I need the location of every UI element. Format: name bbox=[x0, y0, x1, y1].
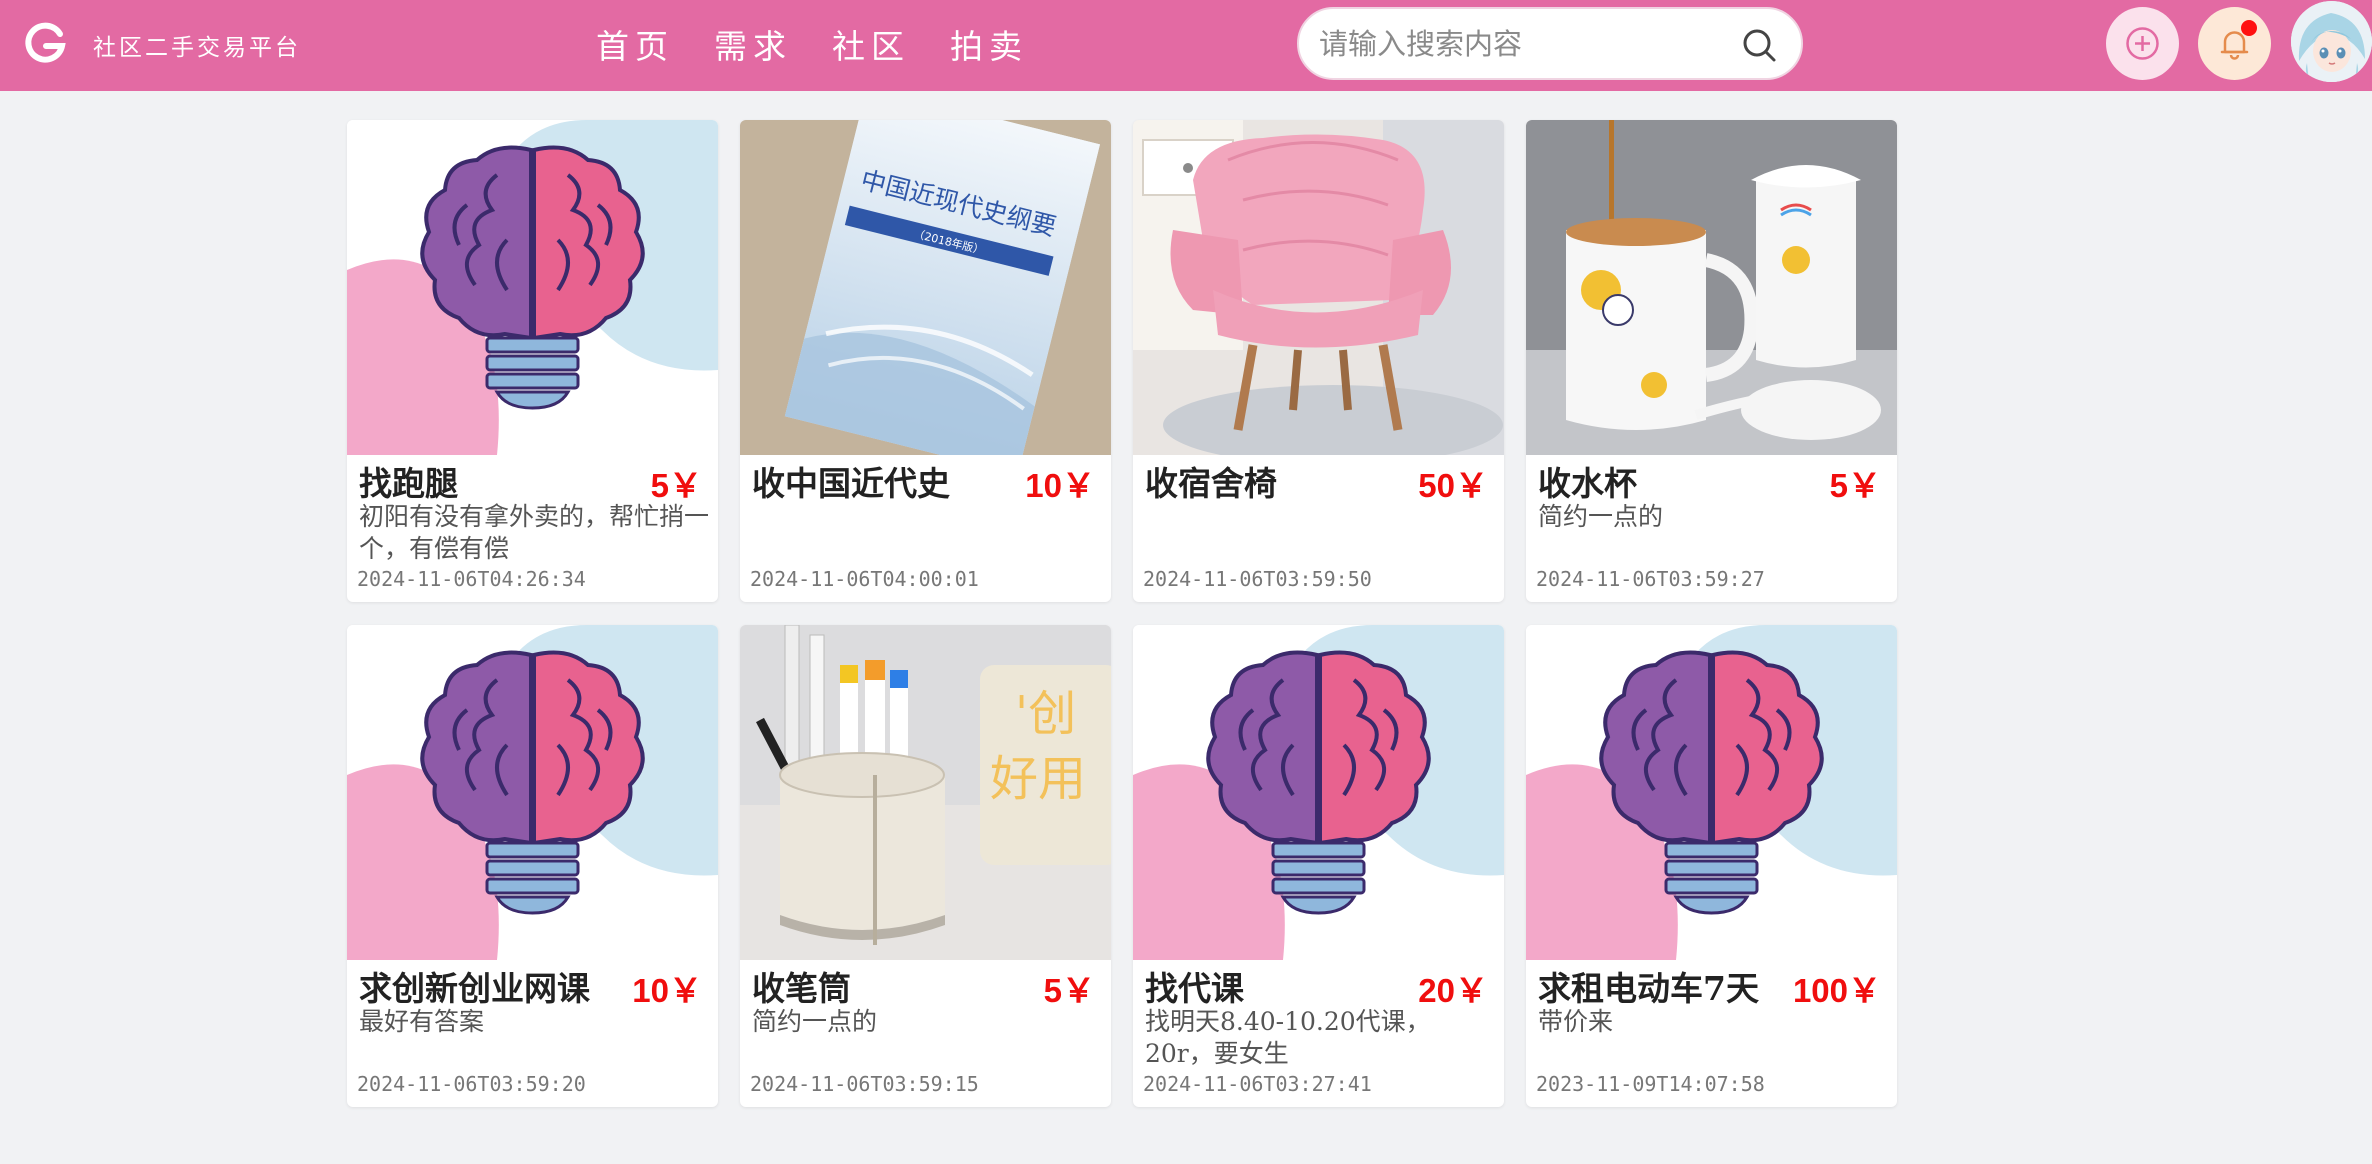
nav-auction[interactable]: 拍卖 bbox=[950, 20, 1028, 68]
item-card[interactable]: 求创新创业网课 10￥ 最好有答案 2024-11-06T03:59:20 bbox=[347, 625, 718, 1107]
item-card[interactable]: 找代课 20￥ 找明天8.40-10.20代课，20r，要女生 2024-11-… bbox=[1133, 625, 1504, 1107]
main-nav: 首页 需求 社区 拍卖 bbox=[596, 20, 1068, 68]
item-image[interactable] bbox=[1133, 625, 1504, 960]
nav-demand[interactable]: 需求 bbox=[714, 20, 792, 68]
item-image[interactable] bbox=[1526, 625, 1897, 960]
brain-bulb-image bbox=[1526, 625, 1897, 960]
item-card[interactable]: 收水杯 5￥ 简约一点的 2024-11-06T03:59:27 bbox=[1526, 120, 1897, 602]
pink-chair-image bbox=[1133, 120, 1504, 455]
item-title: 找代课 bbox=[1145, 969, 1244, 1008]
notification-dot bbox=[2241, 20, 2257, 36]
sign-text-2: 好用 bbox=[990, 751, 1086, 807]
item-title: 收笔筒 bbox=[752, 969, 851, 1008]
logo-icon[interactable] bbox=[23, 22, 68, 67]
item-timestamp: 2024-11-06T03:27:41 bbox=[1143, 1072, 1372, 1096]
item-timestamp: 2023-11-09T14:07:58 bbox=[1536, 1072, 1765, 1096]
item-price: 5￥ bbox=[1829, 467, 1881, 504]
item-grid: 找跑腿 5￥ 初阳有没有拿外卖的，帮忙捎一个，有偿有偿 2024-11-06T0… bbox=[347, 120, 1897, 1107]
item-timestamp: 2024-11-06T04:00:01 bbox=[750, 567, 979, 591]
item-card[interactable]: 求租电动车7天 100￥ 带价来 2023-11-09T14:07:58 bbox=[1526, 625, 1897, 1107]
plus-circle-icon bbox=[2126, 27, 2159, 60]
item-title: 收水杯 bbox=[1538, 464, 1637, 503]
pen-holder-image: '创 好用 bbox=[740, 625, 1111, 960]
item-price: 50￥ bbox=[1418, 467, 1488, 504]
brain-bulb-image bbox=[347, 120, 718, 455]
mug-image bbox=[1526, 120, 1897, 455]
search-box bbox=[1297, 7, 1803, 80]
brain-bulb-image bbox=[347, 625, 718, 960]
nav-home[interactable]: 首页 bbox=[596, 20, 674, 68]
nav-community[interactable]: 社区 bbox=[832, 20, 910, 68]
item-description: 最好有答案 bbox=[359, 1007, 485, 1036]
item-timestamp: 2024-11-06T03:59:15 bbox=[750, 1072, 979, 1096]
item-image[interactable] bbox=[1133, 120, 1504, 455]
item-title: 收宿舍椅 bbox=[1145, 464, 1277, 503]
item-card[interactable]: '创 好用 收笔筒 5￥ 简约一点的 2024-11-06T03:59:15 bbox=[740, 625, 1111, 1107]
item-price: 20￥ bbox=[1418, 972, 1488, 1009]
item-price: 5￥ bbox=[650, 467, 702, 504]
top-bar: 社区二手交易平台 首页 需求 社区 拍卖 bbox=[0, 0, 2372, 91]
item-description: 简约一点的 bbox=[1538, 502, 1664, 531]
item-price: 100￥ bbox=[1792, 972, 1881, 1009]
avatar[interactable] bbox=[2291, 1, 2372, 82]
item-card[interactable]: 中国近现代史纲要 （2018年版） 收中国近代史 10￥ 2024-11-06T… bbox=[740, 120, 1111, 602]
item-timestamp: 2024-11-06T03:59:50 bbox=[1143, 567, 1372, 591]
item-price: 10￥ bbox=[1025, 467, 1095, 504]
item-description: 简约一点的 bbox=[752, 1007, 878, 1036]
search-icon[interactable] bbox=[1741, 27, 1777, 63]
add-button[interactable] bbox=[2106, 7, 2179, 80]
brain-bulb-image bbox=[1133, 625, 1504, 960]
item-title: 求创新创业网课 bbox=[359, 969, 590, 1008]
item-image[interactable] bbox=[347, 120, 718, 455]
item-image[interactable]: 中国近现代史纲要 （2018年版） bbox=[740, 120, 1111, 455]
brand-name: 社区二手交易平台 bbox=[93, 35, 301, 61]
item-description: 带价来 bbox=[1538, 1007, 1614, 1036]
item-card[interactable]: 收宿舍椅 50￥ 2024-11-06T03:59:50 bbox=[1133, 120, 1504, 602]
item-price: 5￥ bbox=[1043, 972, 1095, 1009]
item-title: 找跑腿 bbox=[359, 464, 458, 503]
item-image[interactable] bbox=[347, 625, 718, 960]
item-card[interactable]: 找跑腿 5￥ 初阳有没有拿外卖的，帮忙捎一个，有偿有偿 2024-11-06T0… bbox=[347, 120, 718, 602]
item-price: 10￥ bbox=[632, 972, 702, 1009]
item-image[interactable] bbox=[1526, 120, 1897, 455]
item-description: 找明天8.40-10.20代课，20r，要女生 bbox=[1145, 1007, 1431, 1068]
item-timestamp: 2024-11-06T03:59:20 bbox=[357, 1072, 586, 1096]
sign-text-1: '创 bbox=[1015, 686, 1076, 742]
item-timestamp: 2024-11-06T04:26:34 bbox=[357, 567, 586, 591]
item-timestamp: 2024-11-06T03:59:27 bbox=[1536, 567, 1765, 591]
item-title: 求租电动车7天 bbox=[1538, 969, 1759, 1008]
item-title: 收中国近代史 bbox=[752, 464, 950, 503]
item-image[interactable]: '创 好用 bbox=[740, 625, 1111, 960]
avatar-image bbox=[2291, 1, 2372, 82]
item-description: 初阳有没有拿外卖的，帮忙捎一个，有偿有偿 bbox=[359, 502, 709, 563]
search-input[interactable] bbox=[1319, 9, 1719, 78]
notification-button[interactable] bbox=[2198, 7, 2271, 80]
book-image: 中国近现代史纲要 （2018年版） bbox=[740, 120, 1111, 455]
